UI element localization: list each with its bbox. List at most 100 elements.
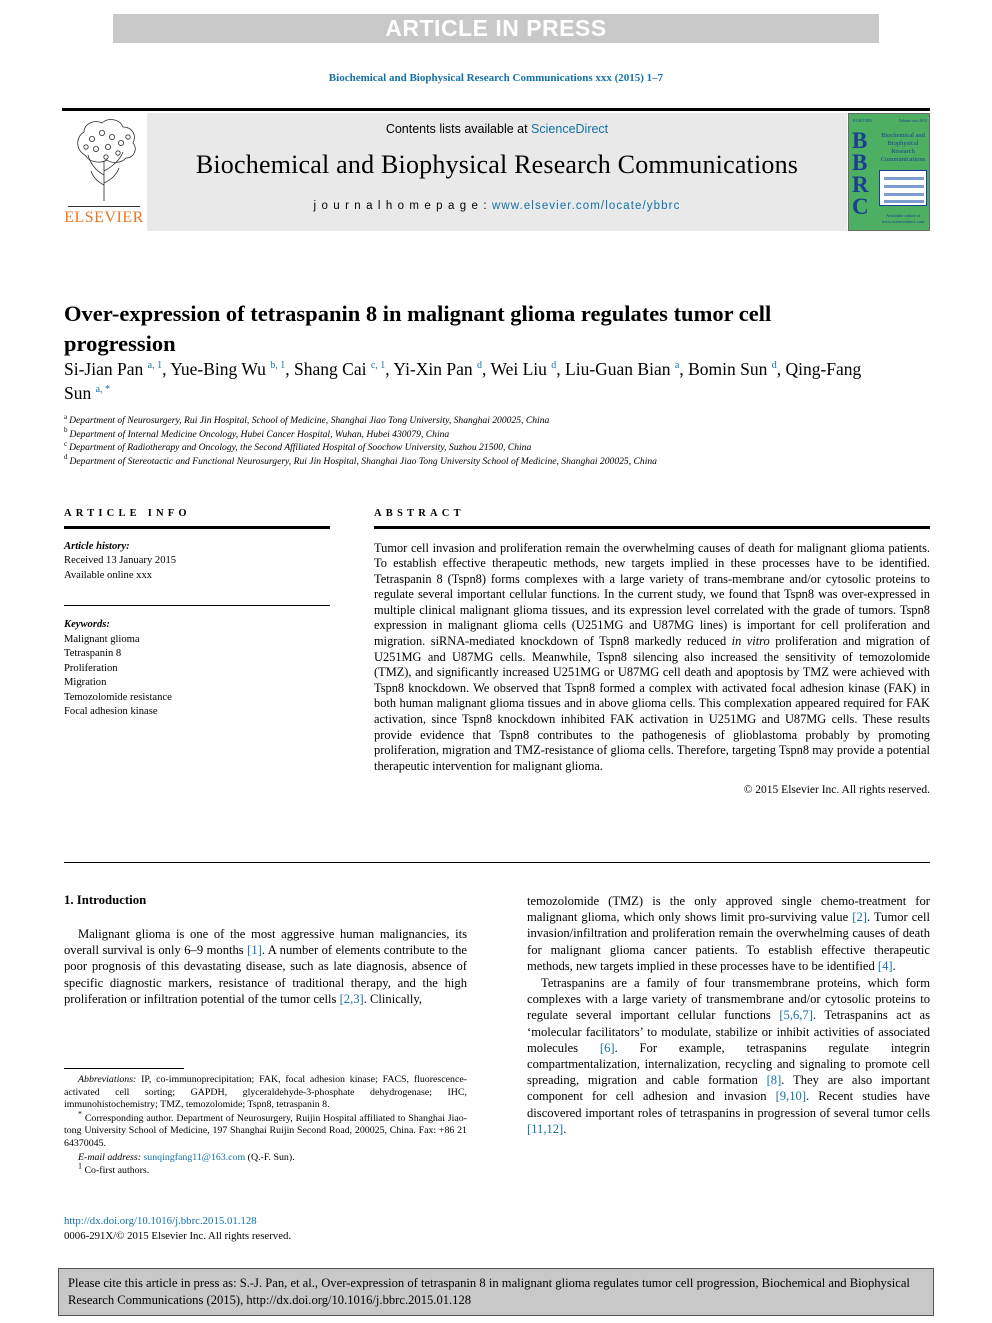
author-list: Si-Jian Pan a, 1, Yue-Bing Wu b, 1, Shan… (64, 357, 864, 405)
citation-reference-link[interactable]: [8] (767, 1073, 782, 1087)
affiliation-text: Department of Stereotactic and Functiona… (69, 455, 657, 467)
article-history-label: Article history: (64, 540, 130, 552)
article-history-item: Received 13 January 2015 (64, 555, 177, 566)
cover-bbrc-letters: BBRC (852, 128, 869, 219)
abstract-italic-in-vitro: in vitro (731, 634, 770, 649)
elsevier-logo-rule (68, 206, 140, 207)
email-link[interactable]: sunqingfang11@163.com (143, 1152, 245, 1163)
affiliation-text: Department of Internal Medicine Oncology… (69, 428, 450, 440)
author-name: Wei Liu (490, 359, 552, 379)
author-affiliation-mark: c, 1 (370, 360, 386, 372)
cover-bottom-line: Available online at www.sciencedirect.co… (881, 213, 925, 224)
paragraph-text: . (892, 958, 896, 973)
citation-reference-link[interactable]: [6] (600, 1041, 615, 1055)
keyword-item: Focal adhesion kinase (64, 706, 158, 717)
citation-reference-link[interactable]: [11,12] (527, 1122, 563, 1136)
footnote-cofirst-authors: 1 Co-first authors. (64, 1162, 467, 1178)
paragraph-text: . (563, 1121, 567, 1136)
author-name: Shang Cai (294, 359, 371, 379)
author-name: Si-Jian Pan (64, 359, 148, 379)
masthead-center-panel: Contents lists available at ScienceDirec… (147, 113, 847, 231)
article-history-lines: Received 13 January 2015 Available online… (64, 554, 330, 583)
cofirst-text: Co-first authors. (82, 1165, 150, 1177)
homepage-prefix: j o u r n a l h o m e p a g e : (313, 200, 492, 212)
sciencedirect-link[interactable]: ScienceDirect (531, 122, 608, 136)
author-affiliation-mark: b, 1 (270, 360, 286, 372)
journal-running-head: Biochemical and Biophysical Research Com… (328, 72, 664, 84)
affiliation-item: c Department of Radiotherapy and Oncology… (64, 440, 884, 455)
author-separator: , (285, 359, 295, 379)
body-column-right: temozolomide (TMZ) is the only approved … (527, 893, 930, 1138)
abstract-text: Tumor cell invasion and proliferation re… (374, 541, 930, 775)
citation-reference-link[interactable]: [2,3] (340, 992, 364, 1006)
affiliation-item: d Department of Stereotactic and Function… (64, 454, 884, 469)
abbreviations-label: Abbreviations: (78, 1074, 137, 1085)
doi-link[interactable]: http://dx.doi.org/10.1016/j.bbrc.2015.01… (64, 1214, 467, 1229)
body-column-left: 1. Introduction Malignant glioma is one … (64, 893, 467, 1008)
journal-homepage-link[interactable]: www.elsevier.com/locate/ybbrc (492, 200, 681, 212)
article-info-rule (64, 526, 330, 529)
contents-prefix: Contents lists available at (385, 122, 532, 136)
affiliation-text: Department of Neurosurgery, Rui Jin Hosp… (69, 415, 550, 426)
journal-masthead: ELSEVIER Contents lists available at Sci… (62, 113, 930, 231)
journal-homepage-line: j o u r n a l h o m e p a g e : www.else… (147, 180, 847, 212)
footnote-corresponding-author: * Corresponding author. Department of Ne… (64, 1110, 467, 1151)
author-separator: , (679, 359, 689, 379)
affiliation-item: b Department of Internal Medicine Oncolog… (64, 427, 884, 442)
author-name: Bomin Sun (688, 359, 772, 379)
elsevier-wordmark: ELSEVIER (64, 209, 144, 226)
author-name: Yi-Xin Pan (393, 359, 478, 379)
keyword-item: Temozolomide resistance (64, 691, 172, 703)
issn-copyright-line: 0006-291X/© 2015 Elsevier Inc. All right… (64, 1229, 292, 1242)
author-name: Liu-Guan Bian (565, 359, 675, 379)
cover-publisher-label: ELSEVIER (853, 118, 872, 123)
affiliation-list: a Department of Neurosurgery, Rui Jin Hos… (64, 413, 884, 469)
keywords-lines: Malignant glioma Tetraspanin 8 Proliferati… (64, 633, 330, 720)
keywords-label: Keywords: (64, 619, 110, 630)
abstract-copyright: © 2015 Elsevier Inc. All rights reserved… (743, 784, 930, 797)
intro-right-paragraphs: temozolomide (TMZ) is the only approved … (527, 893, 930, 1137)
article-history-item: Available online xxx (64, 569, 153, 581)
author-affiliation-mark: a, * (95, 384, 111, 396)
citation-reference-link[interactable]: [1] (247, 943, 262, 957)
article-history-block: Article history: Received 13 January 201… (64, 540, 330, 584)
citation-reference-link[interactable]: [9,10] (776, 1089, 806, 1103)
abstract-heading: ABSTRACT (374, 508, 465, 519)
email-label: E-mail address: (78, 1151, 141, 1163)
page-title: Over-expression of tetraspanin 8 in mali… (64, 301, 772, 357)
footnote-email: E-mail address: sunqingfang11@163.com (Q… (64, 1152, 467, 1165)
abstract-rule (374, 526, 930, 529)
cover-top-line: ELSEVIER Volume xxx 2015 (853, 118, 927, 123)
elsevier-tree-icon (77, 119, 136, 201)
abstract-part-2: proliferation and migration of U251MG an… (374, 634, 930, 773)
affiliation-text: Department of Radiotherapy and Oncology,… (69, 442, 532, 453)
elsevier-logo: ELSEVIER (62, 113, 147, 231)
keyword-item: Proliferation (64, 662, 118, 674)
author-separator: , (556, 359, 566, 379)
footnote-block: Abbreviations: IP, co-immunoprecipitatio… (64, 1068, 467, 1179)
body-separator-rule (64, 862, 930, 863)
abstract-part-1: Tumor cell invasion and proliferation re… (374, 540, 930, 649)
cover-journal-title: Biochemical and Biophysical Research Com… (880, 132, 926, 163)
author-affiliation-mark: a, 1 (147, 360, 163, 372)
contents-line: Contents lists available at ScienceDirec… (147, 113, 847, 136)
keyword-item: Migration (64, 677, 107, 688)
footnote-abbreviations: Abbreviations: IP, co-immunoprecipitatio… (64, 1074, 467, 1112)
masthead-top-rule (62, 108, 930, 111)
citation-reference-link[interactable]: [4] (878, 959, 893, 973)
citation-reference-link[interactable]: [5,6,7] (779, 1008, 813, 1022)
journal-cover-thumbnail: ELSEVIER Volume xxx 2015 BBRC Biochemica… (848, 113, 930, 231)
article-info-heading: ARTICLE INFO (64, 508, 191, 519)
article-info-column: ARTICLE INFO Article history: Received 1… (64, 508, 330, 720)
corresponding-author-text: Corresponding author. Department of Neur… (64, 1112, 467, 1149)
journal-title: Biochemical and Biophysical Research Com… (195, 150, 799, 179)
intro-left-paragraphs: Malignant glioma is one of the most aggr… (64, 926, 467, 1007)
body-paragraph: temozolomide (TMZ) is the only approved … (527, 893, 930, 974)
cover-illustration (879, 170, 927, 206)
affiliation-item: a Department of Neurosurgery, Rui Jin Hos… (64, 413, 884, 428)
abstract-column: ABSTRACT Tumor cell invasion and prolife… (374, 508, 930, 796)
cite-this-article-box: Please cite this article in press as: S.… (58, 1268, 934, 1316)
article-in-press-banner: ARTICLE IN PRESS (113, 14, 879, 43)
body-paragraph: Tetraspanins are a family of four transm… (527, 975, 930, 1137)
citation-reference-link[interactable]: [2] (852, 910, 867, 924)
